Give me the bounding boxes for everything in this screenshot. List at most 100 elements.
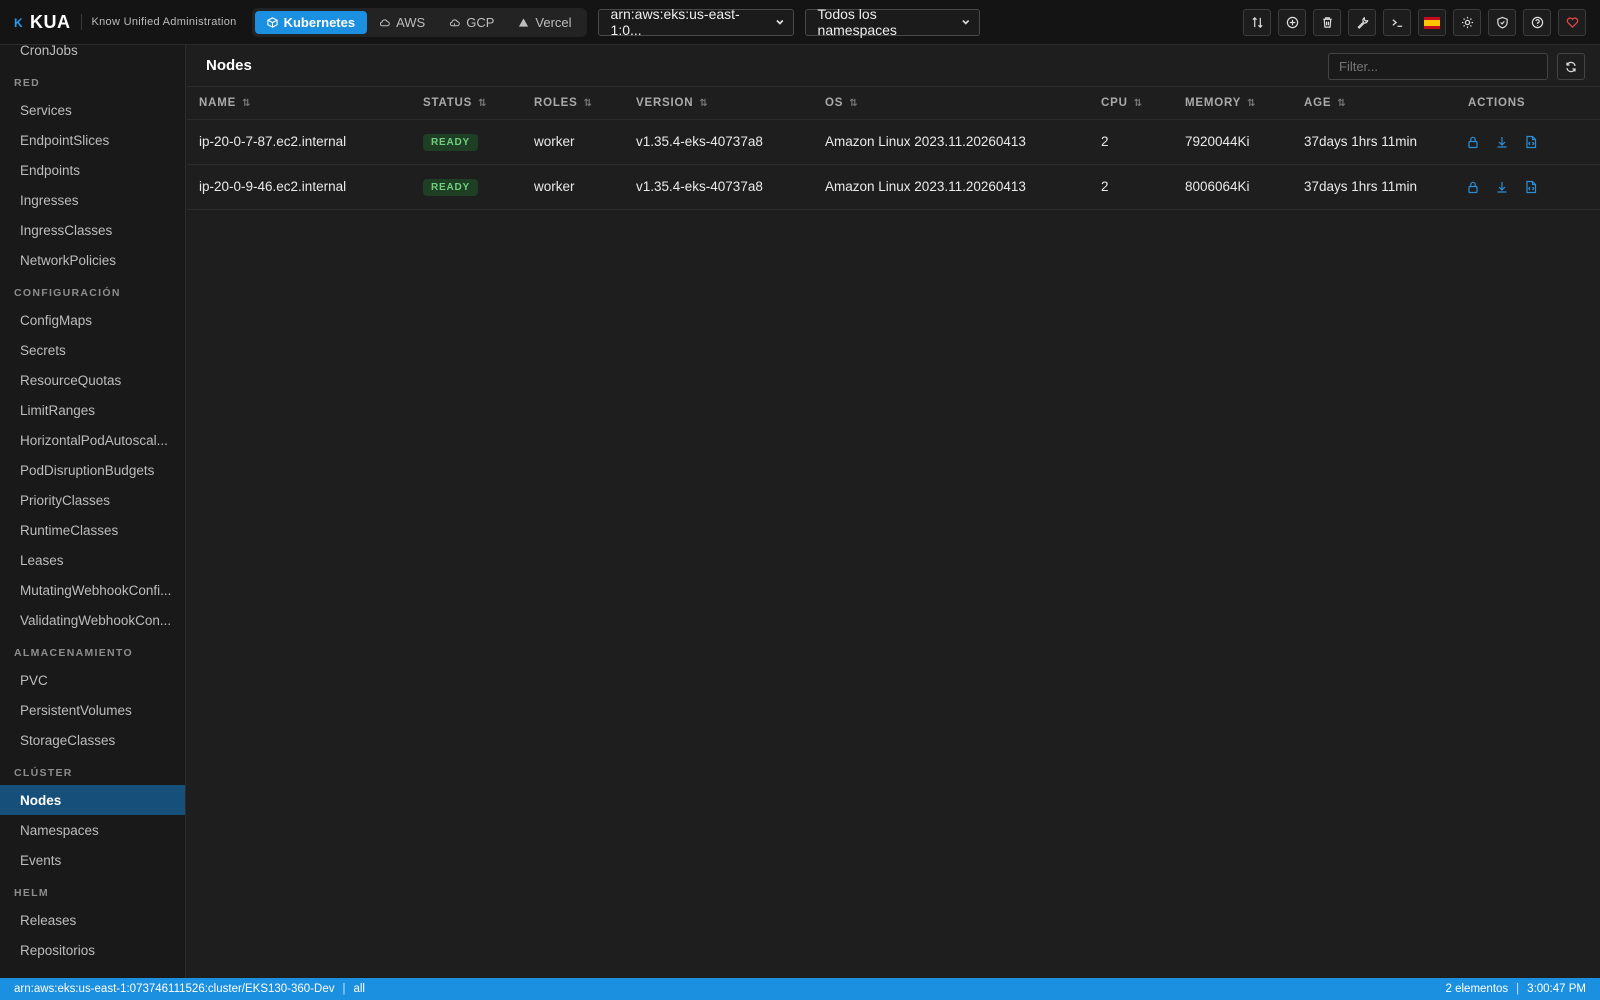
lock-icon [1468, 136, 1478, 148]
column-header-label: ACTIONS [1468, 96, 1526, 109]
sidebar-item-runtimeclasses[interactable]: RuntimeClasses [0, 515, 185, 545]
node-os: Amazon Linux 2023.11.20260413 [813, 119, 1089, 165]
sidebar-item-resourcequotas[interactable]: ResourceQuotas [0, 365, 185, 395]
sidebar-item-priorityclasses[interactable]: PriorityClasses [0, 485, 185, 515]
sidebar-item-secrets[interactable]: Secrets [0, 335, 185, 365]
cloud-icon [450, 18, 461, 26]
node-roles: worker [522, 119, 624, 165]
node-name[interactable]: ip-20-0-9-46.ec2.internal [187, 164, 411, 210]
refresh-icon [1566, 61, 1576, 72]
node-memory: 7920044Ki [1173, 119, 1292, 165]
sidebar-item-mutatingwebhooks[interactable]: MutatingWebhookConfi... [0, 575, 185, 605]
sidebar-item-hpa[interactable]: HorizontalPodAutoscal... [0, 425, 185, 455]
panel-header: Nodes [187, 45, 1600, 87]
sort-icon: ⇅ [1337, 97, 1347, 109]
refresh-button[interactable] [1557, 53, 1585, 80]
favorite-button[interactable] [1558, 9, 1586, 36]
sidebar-item-leases[interactable]: Leases [0, 545, 185, 575]
table-row[interactable]: ip-20-0-9-46.ec2.internal READY worker v… [187, 164, 1600, 210]
node-age: 37days 1hrs 11min [1292, 119, 1456, 165]
sidebar-section-almacenamiento: ALMACENAMIENTO [14, 647, 133, 659]
nodes-table: NAME ⇅ STATUS ⇅ ROLES ⇅ VERSION ⇅ OS ⇅ CPU ⇅ M… [187, 87, 1600, 210]
sun-icon [1461, 16, 1473, 29]
yaml-button[interactable] [1524, 180, 1538, 194]
table-header-row: NAME ⇅ STATUS ⇅ ROLES ⇅ VERSION ⇅ OS ⇅ CPU ⇅ M… [187, 87, 1600, 120]
lock-icon [1468, 181, 1478, 193]
sidebar-item-endpoints[interactable]: Endpoints [0, 155, 185, 185]
sidebar-item-poddisruptionbudgets[interactable]: PodDisruptionBudgets [0, 455, 185, 485]
column-header-name[interactable]: NAME ⇅ [187, 87, 411, 120]
sidebar-item-namespaces[interactable]: Namespaces [0, 815, 185, 845]
help-button[interactable] [1523, 9, 1551, 36]
logo[interactable]: K KUA Know Unified Administration [14, 12, 237, 33]
tab-gcp[interactable]: GCP [437, 11, 506, 34]
logo-divider [80, 14, 82, 30]
page-title: Nodes [206, 57, 252, 74]
column-header-label: VERSION [636, 96, 694, 109]
sidebar-section-helm: HELM [14, 887, 49, 899]
sidebar-item-pvc[interactable]: PVC [0, 665, 185, 695]
security-button[interactable] [1488, 9, 1516, 36]
sidebar-item-events[interactable]: Events [0, 845, 185, 875]
column-header-status[interactable]: STATUS ⇅ [411, 87, 522, 120]
swap-button[interactable] [1243, 9, 1271, 36]
sidebar-item-validatingwebhooks[interactable]: ValidatingWebhookCon... [0, 605, 185, 635]
sort-icon: ⇅ [242, 97, 252, 109]
column-header-version[interactable]: VERSION ⇅ [624, 87, 813, 120]
filter-input[interactable] [1328, 53, 1548, 80]
column-header-label: OS [825, 96, 844, 109]
drain-button[interactable] [1495, 135, 1509, 149]
sidebar-item-persistentvolumes[interactable]: PersistentVolumes [0, 695, 185, 725]
column-header-memory[interactable]: MEMORY ⇅ [1173, 87, 1292, 120]
column-header-roles[interactable]: ROLES ⇅ [522, 87, 624, 120]
provider-tabs: Kubernetes AWS GCP Vercel [251, 7, 587, 37]
create-button[interactable] [1278, 9, 1306, 36]
sidebar-item-networkpolicies[interactable]: NetworkPolicies [0, 245, 185, 275]
download-icon [1497, 136, 1507, 148]
column-header-age[interactable]: AGE ⇅ [1292, 87, 1456, 120]
sidebar-item-releases[interactable]: Releases [0, 905, 185, 935]
tab-vercel[interactable]: Vercel [506, 11, 583, 34]
plus-circle-icon [1286, 16, 1298, 29]
tab-kubernetes[interactable]: Kubernetes [254, 10, 368, 34]
language-button[interactable] [1418, 9, 1446, 36]
delete-button[interactable] [1313, 9, 1341, 36]
yaml-button[interactable] [1524, 135, 1538, 149]
node-memory: 8006064Ki [1173, 164, 1292, 210]
node-name[interactable]: ip-20-0-7-87.ec2.internal [187, 119, 411, 165]
column-header-cpu[interactable]: CPU ⇅ [1089, 87, 1173, 120]
namespace-select-value: Todos los namespaces [817, 6, 897, 38]
drain-button[interactable] [1495, 180, 1509, 194]
sidebar-item-nodes[interactable]: Nodes [0, 785, 185, 815]
top-bar: K KUA Know Unified Administration Kubern… [0, 0, 1600, 45]
sidebar-item-cronjobs[interactable]: CronJobs [0, 45, 185, 65]
cluster-select[interactable]: arn:aws:eks:us-east-1:0... [597, 6, 794, 38]
help-icon [1531, 16, 1543, 29]
namespace-select[interactable]: Todos los namespaces [804, 6, 980, 38]
theme-button[interactable] [1453, 9, 1481, 36]
tab-gcp-label: GCP [466, 14, 495, 30]
status-separator: | [1516, 983, 1520, 995]
sort-icon: ⇅ [478, 97, 488, 109]
column-header-actions: ACTIONS [1456, 87, 1600, 120]
node-cpu: 2 [1089, 119, 1173, 165]
table-row[interactable]: ip-20-0-7-87.ec2.internal READY worker v… [187, 119, 1600, 165]
sidebar-item-configmaps[interactable]: ConfigMaps [0, 305, 185, 335]
status-cluster: arn:aws:eks:us-east-1:073746111526:clust… [14, 983, 335, 995]
tools-button[interactable] [1348, 9, 1376, 36]
terminal-button[interactable] [1383, 9, 1411, 36]
column-header-os[interactable]: OS ⇅ [813, 87, 1089, 120]
sidebar-item-endpointslices[interactable]: EndpointSlices [0, 125, 185, 155]
status-cell: READY [411, 119, 522, 165]
sidebar-item-repositorios[interactable]: Repositorios [0, 935, 185, 965]
sidebar-item-ingresses[interactable]: Ingresses [0, 185, 185, 215]
sidebar-item-limitranges[interactable]: LimitRanges [0, 395, 185, 425]
status-time: 3:00:47 PM [1527, 983, 1586, 995]
sidebar-item-storageclasses[interactable]: StorageClasses [0, 725, 185, 755]
sidebar-item-ingressclasses[interactable]: IngressClasses [0, 215, 185, 245]
cordon-button[interactable] [1466, 180, 1480, 194]
sidebar-item-services[interactable]: Services [0, 95, 185, 125]
cordon-button[interactable] [1466, 135, 1480, 149]
tab-aws[interactable]: AWS [367, 11, 437, 34]
sort-icon: ⇅ [583, 97, 593, 109]
